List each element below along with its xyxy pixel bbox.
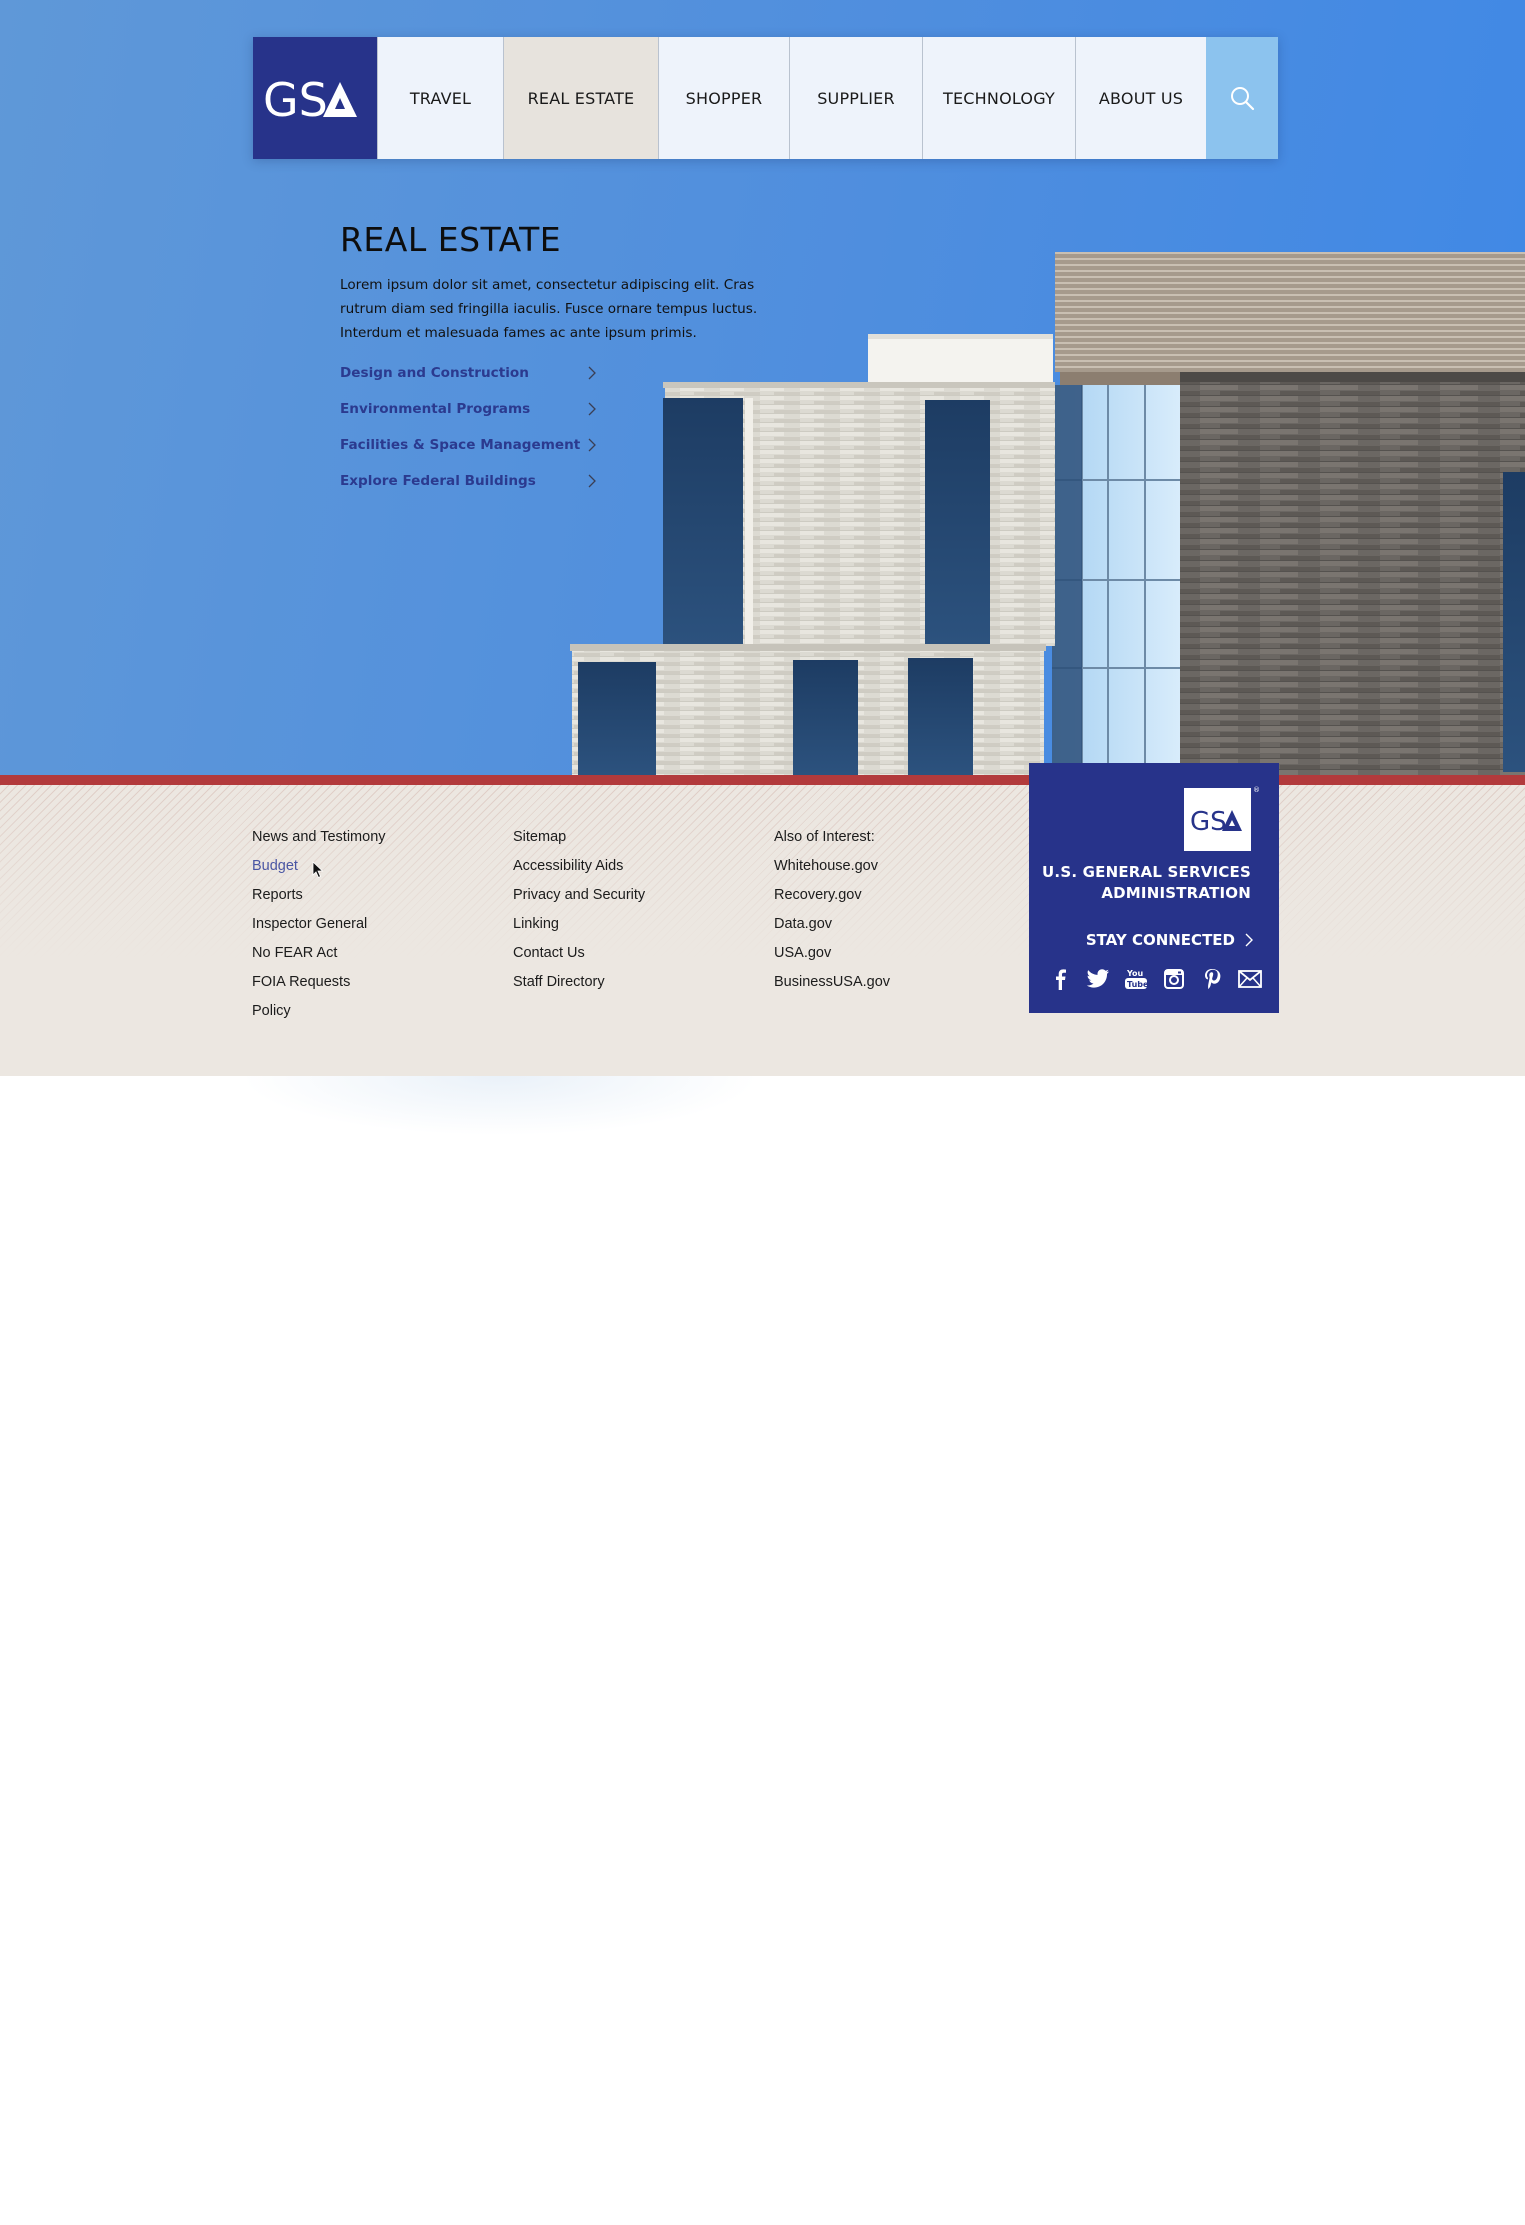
svg-text:You: You	[1126, 969, 1144, 978]
agency-brand-card: GS ® U.S. GENERAL SERVICES ADMINISTRATIO…	[1029, 763, 1279, 1013]
nav-shopper[interactable]: SHOPPER	[658, 37, 789, 159]
stay-connected-link[interactable]: STAY CONNECTED	[1086, 931, 1253, 949]
search-icon	[1231, 87, 1255, 111]
link-label: Environmental Programs	[340, 401, 531, 417]
chevron-right-icon	[588, 438, 596, 452]
search-button[interactable]	[1206, 37, 1278, 159]
nav-technology[interactable]: TECHNOLOGY	[922, 37, 1075, 159]
facebook-icon	[1056, 969, 1066, 990]
footer-link-linking[interactable]: Linking	[513, 915, 645, 944]
registered-mark-icon: ®	[1253, 786, 1260, 794]
footer-link-foia-requests[interactable]: FOIA Requests	[252, 973, 386, 1002]
youtube-icon: You Tube	[1125, 969, 1148, 989]
footer-column-1: News and Testimony Budget Reports Inspec…	[252, 828, 386, 1031]
footer-link-contact-us[interactable]: Contact Us	[513, 944, 645, 973]
svg-text:GS: GS	[1190, 807, 1227, 837]
email-link[interactable]	[1237, 966, 1263, 992]
section-intro: REAL ESTATE Lorem ipsum dolor sit amet, …	[340, 220, 790, 499]
gsa-logo-mark: GS	[263, 73, 357, 127]
footer	[0, 785, 1525, 1076]
gsa-logo[interactable]: GS	[253, 37, 377, 159]
mouse-cursor-icon	[312, 861, 324, 879]
svg-text:Tube: Tube	[1127, 980, 1148, 989]
facebook-link[interactable]	[1047, 966, 1073, 992]
footer-link-accessibility-aids[interactable]: Accessibility Aids	[513, 857, 645, 886]
nav-travel[interactable]: TRAVEL	[377, 37, 503, 159]
link-label: Explore Federal Buildings	[340, 473, 536, 489]
twitter-icon	[1086, 969, 1109, 988]
link-explore-federal-buildings[interactable]: Explore Federal Buildings	[340, 463, 596, 499]
chevron-right-icon	[1245, 933, 1253, 947]
agency-name-line-1: U.S. GENERAL SERVICES	[1042, 863, 1251, 881]
nav-about-us[interactable]: ABOUT US	[1075, 37, 1206, 159]
footer-link-policy[interactable]: Policy	[252, 1002, 386, 1031]
footer-link-news-and-testimony[interactable]: News and Testimony	[252, 828, 386, 857]
chevron-right-icon	[588, 402, 596, 416]
link-label: Design and Construction	[340, 365, 529, 381]
pinterest-icon	[1205, 969, 1221, 989]
stay-connected-label: STAY CONNECTED	[1085, 931, 1235, 949]
footer-heading-also-of-interest: Also of Interest:	[774, 829, 875, 845]
svg-text:GS: GS	[263, 73, 328, 127]
footer-link-usa-gov[interactable]: USA.gov	[774, 944, 890, 973]
chevron-right-icon	[588, 474, 596, 488]
page-title: REAL ESTATE	[340, 220, 562, 259]
footer-link-data-gov[interactable]: Data.gov	[774, 915, 890, 944]
agency-name: U.S. GENERAL SERVICES ADMINISTRATION	[1042, 862, 1251, 904]
footer-link-whitehouse-gov[interactable]: Whitehouse.gov	[774, 857, 890, 886]
footer-link-sitemap[interactable]: Sitemap	[513, 828, 645, 857]
intro-paragraph: Lorem ipsum dolor sit amet, consectetur …	[340, 277, 758, 341]
agency-name-line-2: ADMINISTRATION	[1101, 884, 1251, 902]
footer-link-inspector-general[interactable]: Inspector General	[252, 915, 386, 944]
footer-link-businessusa-gov[interactable]: BusinessUSA.gov	[774, 973, 890, 1002]
footer-link-reports[interactable]: Reports	[252, 886, 386, 915]
social-links: You Tube	[1047, 966, 1263, 992]
footer-link-privacy-and-security[interactable]: Privacy and Security	[513, 886, 645, 915]
link-label: Facilities & Space Management	[340, 437, 581, 453]
nav-real-estate[interactable]: REAL ESTATE	[503, 37, 658, 159]
pinterest-link[interactable]	[1199, 966, 1225, 992]
chevron-right-icon	[588, 366, 596, 380]
link-design-and-construction[interactable]: Design and Construction	[340, 355, 596, 391]
nav-supplier[interactable]: SUPPLIER	[789, 37, 922, 159]
instagram-link[interactable]	[1161, 966, 1187, 992]
link-facilities-space-management[interactable]: Facilities & Space Management	[340, 427, 596, 463]
footer-link-no-fear-act[interactable]: No FEAR Act	[252, 944, 386, 973]
footer-column-3: Also of Interest: Whitehouse.gov Recover…	[774, 828, 890, 1002]
twitter-link[interactable]	[1085, 966, 1111, 992]
footer-link-staff-directory[interactable]: Staff Directory	[513, 973, 645, 1002]
footer-column-2: Sitemap Accessibility Aids Privacy and S…	[513, 828, 645, 1002]
link-environmental-programs[interactable]: Environmental Programs	[340, 391, 596, 427]
main-navigation: GS TRAVEL REAL ESTATE SHOPPER SUPPLIER T…	[253, 37, 1278, 159]
footer-accent-stripe	[0, 775, 1525, 785]
email-icon	[1238, 970, 1262, 988]
section-links: Design and Construction Environmental Pr…	[340, 355, 790, 499]
instagram-icon	[1164, 969, 1184, 989]
gsa-logo-mark: GS	[1190, 807, 1242, 837]
gsa-card-logo[interactable]: GS	[1184, 788, 1251, 851]
footer-link-recovery-gov[interactable]: Recovery.gov	[774, 886, 890, 915]
footer-shadow	[240, 1076, 760, 1136]
youtube-link[interactable]: You Tube	[1123, 966, 1149, 992]
